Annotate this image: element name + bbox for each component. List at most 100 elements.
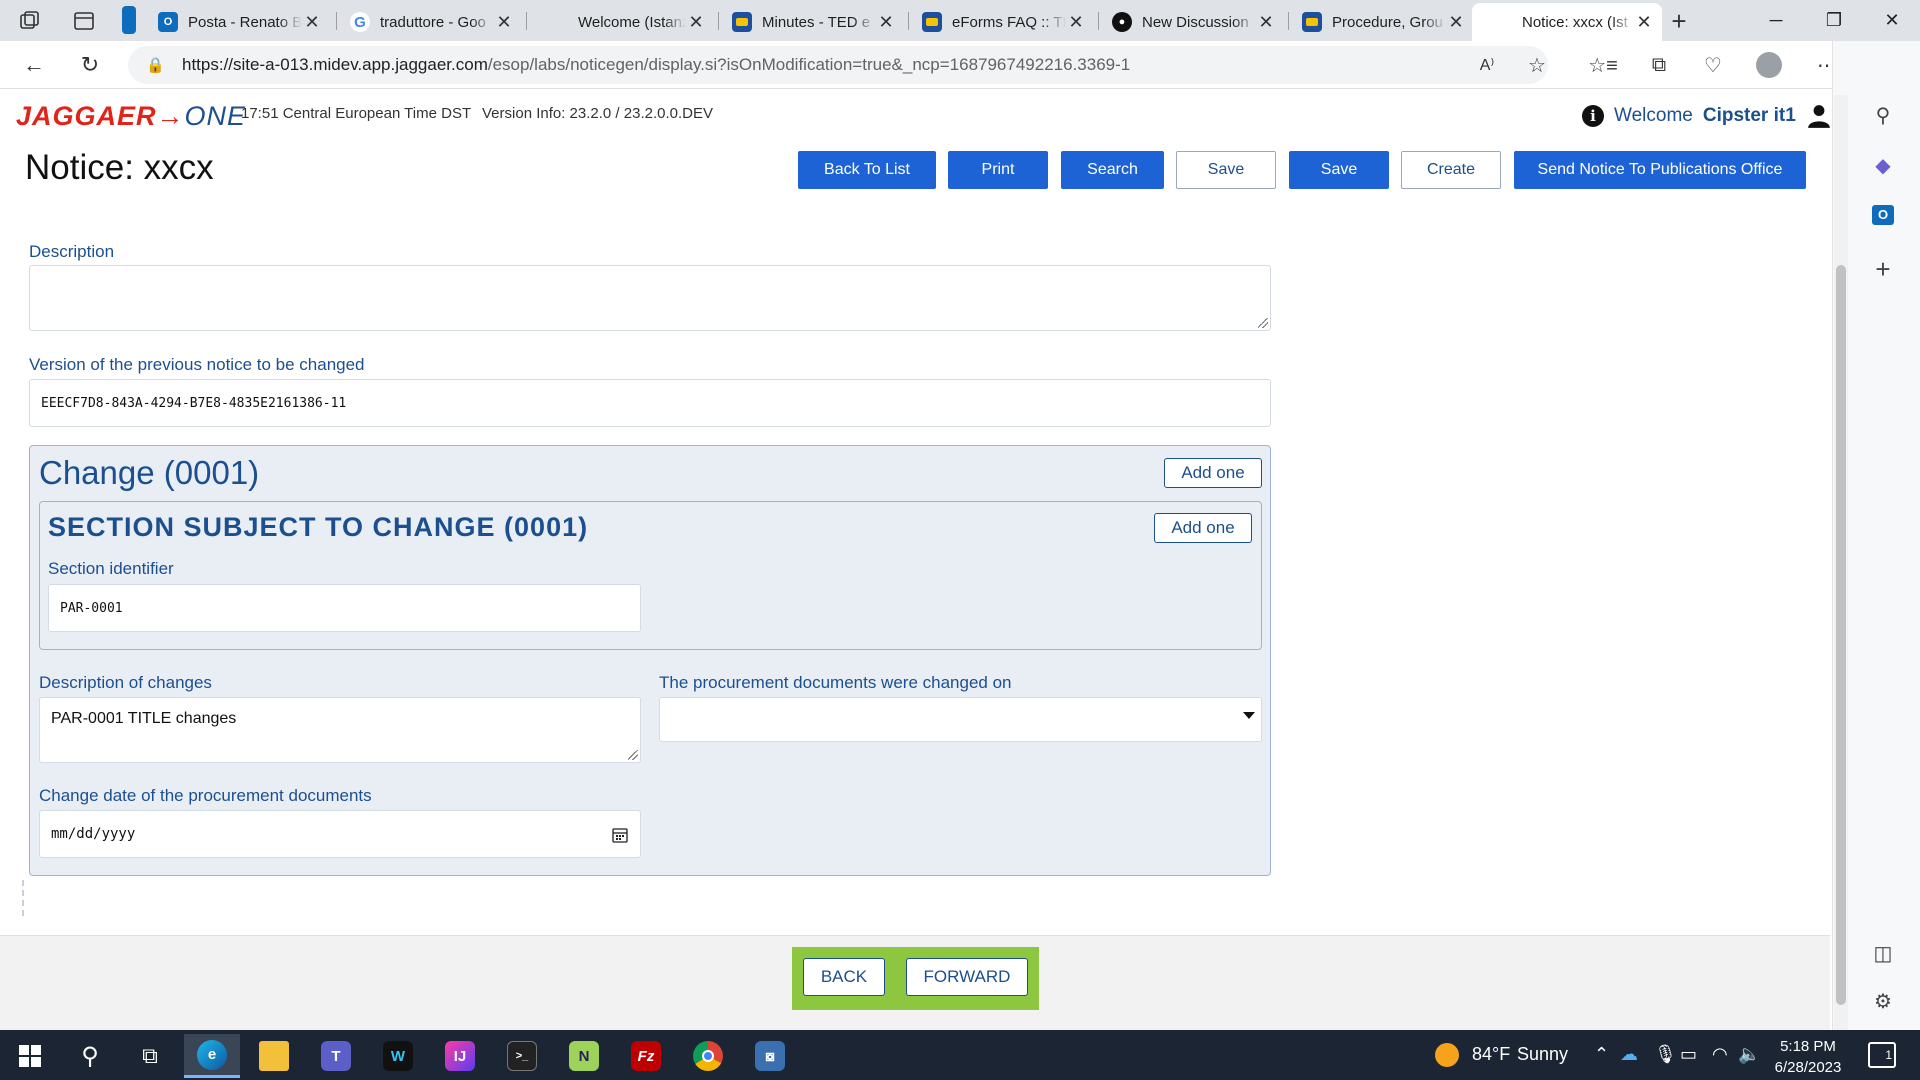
section-subject-title: SECTION SUBJECT TO CHANGE (0001) [48,512,589,542]
url-host: https://site-a-013.midev.app.jaggaer.com [182,55,488,74]
browser-tab[interactable]: G traduttore - Goo ✕ [340,3,522,41]
create-button[interactable]: Create [1401,151,1501,189]
search-button[interactable]: Search [1061,151,1164,189]
taskbar-teams-app[interactable]: T [308,1034,364,1078]
notification-center-icon[interactable]: 1 [1868,1042,1896,1068]
weather-temp[interactable]: 84°F [1472,1044,1510,1065]
taskbar-webex-app[interactable]: W [370,1034,426,1078]
resize-handle-icon[interactable] [1258,318,1268,328]
filezilla-icon: Fz [631,1041,661,1071]
onedrive-icon[interactable]: ☁ [1620,1044,1638,1065]
dropdown-caret-icon[interactable] [1243,712,1255,719]
jaggaer-logo: JAGGAER→ONE [16,101,247,131]
save-button[interactable]: Save [1289,151,1389,189]
version-info: Version Info: 23.2.0 / 23.2.0.0.DEV [482,105,713,122]
address-bar: ← ↻ 🔒 https://site-a-013.midev.app.jagga… [0,41,1920,89]
ted-icon [732,12,752,32]
send-notice-button[interactable]: Send Notice To Publications Office [1514,151,1806,189]
browser-tab-active[interactable]: Notice: xxcx (Ist ✕ [1472,3,1662,41]
taskbar-search-icon[interactable]: ⚲ [62,1034,118,1078]
resize-handle-icon[interactable] [628,750,638,760]
browser-essentials-icon[interactable]: ♡ [1698,50,1728,80]
taskbar-filezilla-app[interactable]: Fz [618,1034,674,1078]
close-tab-icon[interactable]: ✕ [1256,12,1276,33]
save-draft-button[interactable]: Save [1176,151,1276,189]
user-name[interactable]: Cipster it1 [1703,105,1796,127]
pinned-tab-icon[interactable] [122,6,136,34]
favorite-star-icon[interactable]: ☆ [1522,50,1552,80]
sidebar-add-icon[interactable]: + [1868,254,1898,284]
browser-tab[interactable]: Procedure, Grou ✕ [1292,3,1474,41]
back-arrow-icon[interactable]: ← [16,47,52,83]
close-tab-icon[interactable]: ✕ [1066,12,1086,33]
close-tab-icon[interactable]: ✕ [1446,12,1466,33]
close-tab-icon[interactable]: ✕ [686,12,706,33]
browser-tab[interactable]: Minutes - TED e ✕ [722,3,904,41]
read-aloud-icon[interactable]: A⁾ [1472,50,1502,80]
weather-text[interactable]: Sunny [1517,1044,1568,1065]
collections-icon[interactable]: ⧉ [1644,50,1674,80]
browser-tab[interactable]: eForms FAQ :: TE ✕ [912,3,1094,41]
taskbar-edge-app[interactable]: e [184,1034,240,1078]
scrollbar-thumb[interactable] [1836,265,1846,1005]
taskbar-explorer-app[interactable] [246,1034,302,1078]
task-view-icon[interactable]: ⧉ [122,1034,178,1078]
wizard-back-button[interactable]: BACK [803,958,885,996]
sidebar-outlook-icon[interactable]: O [1868,200,1898,230]
clock-date: 6/28/2023 [1774,1059,1842,1076]
previous-version-field[interactable]: EEECF7D8-843A-4294-B7E8-4835E2161386-11 [29,379,1271,427]
sidebar-search-icon[interactable]: ⚲ [1868,100,1898,130]
add-change-button[interactable]: Add one [1164,458,1262,488]
wifi-icon[interactable]: ◠ [1712,1044,1728,1065]
tab-actions-icon[interactable] [72,9,98,33]
info-icon[interactable]: i [1582,105,1604,127]
close-tab-icon[interactable]: ✕ [876,12,896,33]
restore-icon[interactable]: ❐ [1806,0,1862,41]
volume-icon[interactable]: 🔈 [1738,1044,1760,1065]
docs-changed-on-select[interactable] [659,697,1262,742]
taskbar-network-app[interactable]: ⧇ [742,1034,798,1078]
intellij-icon: IJ [445,1041,475,1071]
tray-chevron-icon[interactable]: ⌃ [1594,1044,1609,1065]
close-window-icon[interactable]: ✕ [1864,0,1920,41]
browser-tab-strip: O Posta - Renato B ✕ G traduttore - Goo … [0,0,1920,41]
sidebar-toggle-icon[interactable]: ◫ [1868,938,1898,968]
favorites-list-icon[interactable]: ☆≡ [1588,50,1618,80]
profile-avatar[interactable] [1754,50,1784,80]
taskbar-chrome-app[interactable] [680,1034,736,1078]
wizard-forward-button[interactable]: FORWARD [906,958,1028,996]
browser-tab[interactable]: ● New Discussion ✕ [1102,3,1284,41]
sidebar-settings-icon[interactable]: ⚙ [1868,986,1898,1016]
sidebar-copilot-icon[interactable]: ◆ [1868,150,1898,180]
taskbar-terminal-app[interactable]: >_ [494,1034,550,1078]
battery-icon[interactable]: ▭ [1680,1044,1697,1065]
close-tab-icon[interactable]: ✕ [1634,12,1654,33]
close-tab-icon[interactable]: ✕ [494,12,514,33]
add-section-button[interactable]: Add one [1154,513,1252,543]
url-field[interactable]: 🔒 https://site-a-013.midev.app.jaggaer.c… [128,46,1548,84]
minimize-icon[interactable]: ─ [1748,0,1804,41]
weather-sun-icon[interactable] [1435,1043,1459,1067]
taskbar-clock[interactable]: 5:18 PM 6/28/2023 [1760,1036,1856,1078]
new-tab-icon[interactable]: + [1664,6,1694,36]
refresh-icon[interactable]: ↻ [72,47,108,83]
tab-title: eForms FAQ :: TE [952,13,1066,31]
calendar-icon[interactable] [612,827,628,843]
browser-tab[interactable]: Welcome (Istanz ✕ [532,3,714,41]
tab-title: New Discussion [1142,13,1249,31]
microphone-icon[interactable]: 🎙 [1654,1044,1677,1065]
start-button[interactable] [2,1034,58,1078]
section-identifier-field[interactable]: PAR-0001 [48,584,641,632]
browser-tab[interactable]: O Posta - Renato B ✕ [148,3,330,41]
change-date-field[interactable]: mm/dd/yyyy [39,810,641,858]
description-of-changes-textarea[interactable]: PAR-0001 TITLE changes [39,697,641,763]
close-tab-icon[interactable]: ✕ [302,12,322,33]
back-to-list-button[interactable]: Back To List [798,151,936,189]
workspaces-icon[interactable] [18,9,44,33]
user-icon[interactable] [1806,103,1832,129]
description-of-changes-label: Description of changes [39,673,212,692]
taskbar-intellij-app[interactable]: IJ [432,1034,488,1078]
taskbar-notepad-app[interactable]: N [556,1034,612,1078]
description-textarea[interactable] [29,265,1271,331]
print-button[interactable]: Print [948,151,1048,189]
